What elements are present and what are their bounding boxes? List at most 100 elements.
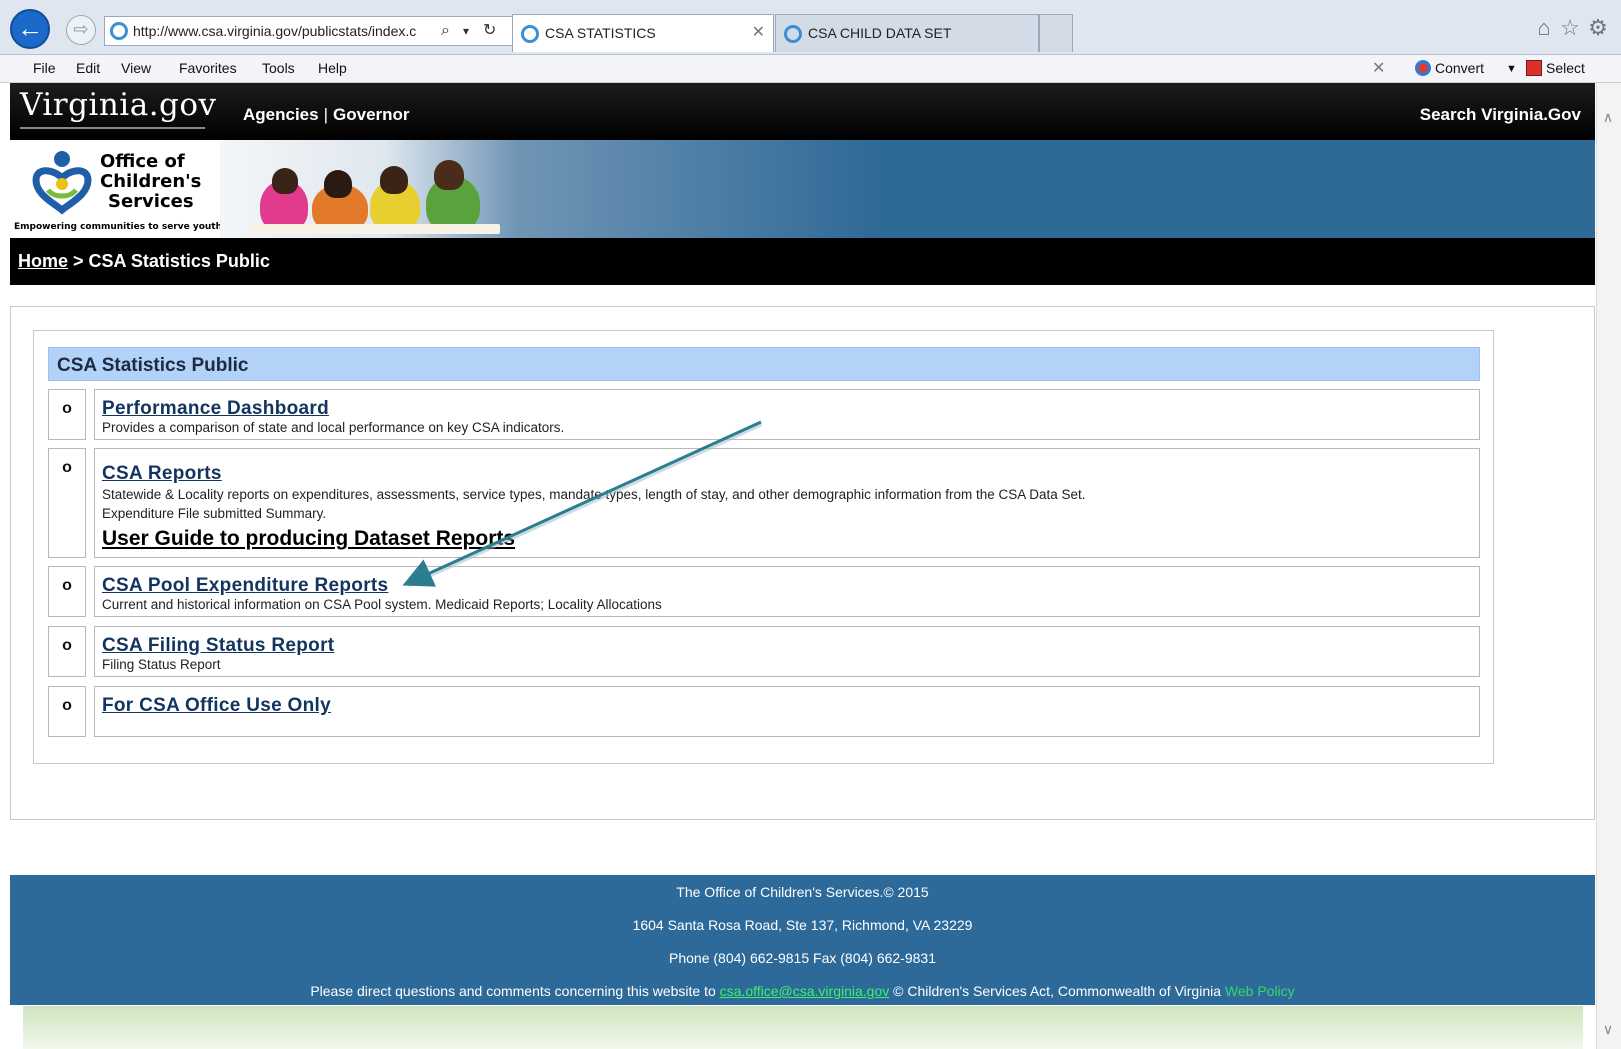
- list-item: o CSA Pool Expenditure Reports Current a…: [48, 566, 1480, 617]
- item-description: Current and historical information on CS…: [102, 597, 662, 612]
- ocs-family-logo-icon: [32, 151, 92, 215]
- bullet-icon: o: [62, 637, 72, 654]
- menu-file[interactable]: File: [33, 60, 56, 76]
- vgov-nav: Agencies | Governor: [243, 105, 410, 125]
- footer-email-link[interactable]: csa.office@csa.virginia.gov: [720, 983, 890, 999]
- menu-bar: File Edit View Favorites Tools Help ✕ Co…: [0, 55, 1621, 83]
- list-item-body: Performance Dashboard Provides a compari…: [94, 389, 1480, 440]
- footer-web-policy-link[interactable]: Web Policy: [1225, 983, 1295, 999]
- item-description-2: Expenditure File submitted Summary.: [102, 506, 327, 521]
- search-virginia-gov-link[interactable]: Search Virginia.Gov: [1420, 105, 1581, 125]
- item-description: Filing Status Report: [102, 657, 221, 672]
- performance-dashboard-link[interactable]: Performance Dashboard: [102, 398, 329, 420]
- vertical-scrollbar[interactable]: [1596, 83, 1621, 1049]
- ocs-title-line3: Services: [108, 191, 194, 212]
- list-item: o CSA Filing Status Report Filing Status…: [48, 626, 1480, 677]
- banner-gradient: [520, 140, 880, 238]
- ocs-logo[interactable]: Office of Children's Services Empowering…: [10, 140, 223, 238]
- list-item-body: For CSA Office Use Only: [94, 686, 1480, 737]
- footer-copyright: The Office of Children's Services.© 2015: [676, 884, 929, 900]
- bullet-icon: o: [62, 697, 72, 714]
- logo-underline: [20, 127, 205, 129]
- banner-photo-children-reading: [220, 140, 520, 238]
- bullet-icon: o: [62, 459, 72, 476]
- footer-bottom-band: [23, 1006, 1583, 1049]
- menu-help[interactable]: Help: [318, 60, 347, 76]
- footer-phone: Phone (804) 662-9815 Fax (804) 662-9831: [669, 950, 936, 966]
- select-icon: [1526, 60, 1542, 76]
- ocs-banner: Office of Children's Services Empowering…: [10, 140, 1595, 238]
- menu-favorites[interactable]: Favorites: [179, 60, 237, 76]
- csa-office-use-only-link[interactable]: For CSA Office Use Only: [102, 695, 331, 717]
- settings-gear-icon[interactable]: ⚙: [1584, 14, 1612, 42]
- address-bar[interactable]: http://www.csa.virginia.gov/publicstats/…: [104, 16, 518, 46]
- convert-button[interactable]: Convert: [1415, 60, 1484, 76]
- breadcrumb: Home > CSA Statistics Public: [10, 238, 1595, 285]
- breadcrumb-home-link[interactable]: Home: [18, 251, 68, 271]
- select-button[interactable]: Select: [1526, 60, 1585, 76]
- dropdown-icon[interactable]: ▾: [463, 17, 469, 45]
- ie-tab-icon: [521, 25, 539, 43]
- convert-label: Convert: [1435, 60, 1485, 76]
- breadcrumb-separator: >: [68, 251, 89, 271]
- list-item: o CSA Reports Statewide & Locality repor…: [48, 448, 1480, 558]
- footer-contact-line: Please direct questions and comments con…: [10, 983, 1595, 999]
- address-url[interactable]: http://www.csa.virginia.gov/publicstats/…: [133, 17, 443, 45]
- nav-agencies-link[interactable]: Agencies: [243, 105, 319, 124]
- panel-title: CSA Statistics Public: [57, 355, 249, 376]
- csa-pool-expenditure-reports-link[interactable]: CSA Pool Expenditure Reports: [102, 575, 388, 597]
- convert-icon: [1415, 60, 1431, 76]
- convert-dropdown-icon[interactable]: ▼: [1506, 63, 1517, 75]
- tab-csa-statistics[interactable]: CSA STATISTICS ✕: [512, 14, 774, 52]
- bullet-cell: o: [48, 566, 86, 617]
- footer-csa-text: © Children's Services Act, Commonwealth …: [889, 983, 1225, 999]
- item-description: Provides a comparison of state and local…: [102, 420, 565, 435]
- ocs-title-line1: Office of: [100, 151, 185, 172]
- scroll-down-icon[interactable]: ∨: [1599, 1020, 1617, 1038]
- ie-page-icon: [110, 22, 128, 40]
- user-guide-link[interactable]: User Guide to producing Dataset Reports: [102, 527, 515, 551]
- item-description: Statewide & Locality reports on expendit…: [102, 487, 1086, 502]
- forward-button[interactable]: ⇨: [66, 15, 96, 45]
- ocs-title: Office of Children's Services: [100, 152, 201, 212]
- scroll-up-icon[interactable]: ∧: [1599, 108, 1617, 126]
- footer: The Office of Children's Services.© 2015…: [10, 875, 1595, 1005]
- close-tab-icon[interactable]: ✕: [752, 15, 765, 51]
- nav-separator: |: [323, 105, 329, 124]
- menu-view[interactable]: View: [121, 60, 151, 76]
- menu-tools[interactable]: Tools: [262, 60, 295, 76]
- virginia-gov-header: Virginia.gov Agencies | Governor Search Vi…: [10, 83, 1595, 140]
- bullet-icon: o: [62, 400, 72, 417]
- menu-edit[interactable]: Edit: [76, 60, 100, 76]
- ocs-tagline: Empowering communities to serve youth: [14, 222, 223, 232]
- list-item: o For CSA Office Use Only: [48, 686, 1480, 737]
- tab-label: CSA CHILD DATA SET: [808, 25, 952, 41]
- new-tab-button[interactable]: [1039, 14, 1073, 52]
- bullet-cell: o: [48, 686, 86, 737]
- virginia-gov-logo-text: Virginia.gov: [20, 87, 217, 123]
- tab-label: CSA STATISTICS: [545, 25, 656, 41]
- favorites-star-icon[interactable]: ☆: [1556, 14, 1584, 42]
- virginia-gov-logo[interactable]: Virginia.gov: [20, 87, 217, 129]
- back-button[interactable]: ←: [10, 9, 50, 49]
- ie-tab-icon: [784, 25, 802, 43]
- csa-filing-status-report-link[interactable]: CSA Filing Status Report: [102, 635, 334, 657]
- bullet-icon: o: [62, 577, 72, 594]
- list-item-body: CSA Filing Status Report Filing Status R…: [94, 626, 1480, 677]
- browser-toolbar: ← ⇨ http://www.csa.virginia.gov/publicst…: [0, 0, 1621, 55]
- refresh-icon[interactable]: ↻: [483, 17, 496, 45]
- csa-reports-link[interactable]: CSA Reports: [102, 463, 222, 485]
- close-commandbar-icon[interactable]: ✕: [1372, 58, 1385, 78]
- footer-contact-text: Please direct questions and comments con…: [310, 983, 720, 999]
- tab-csa-child-data-set[interactable]: CSA CHILD DATA SET: [775, 14, 1039, 52]
- nav-governor-link[interactable]: Governor: [333, 105, 410, 124]
- list-item: o Performance Dashboard Provides a compa…: [48, 389, 1480, 440]
- ocs-title-line2: Children's: [100, 171, 202, 192]
- select-label: Select: [1546, 60, 1585, 76]
- bullet-cell: o: [48, 389, 86, 440]
- home-icon[interactable]: ⌂: [1530, 14, 1558, 42]
- search-icon[interactable]: ⌕: [441, 17, 450, 45]
- breadcrumb-current: CSA Statistics Public: [88, 251, 270, 271]
- list-item-body: CSA Reports Statewide & Locality reports…: [94, 448, 1480, 558]
- footer-address: 1604 Santa Rosa Road, Ste 137, Richmond,…: [632, 917, 973, 933]
